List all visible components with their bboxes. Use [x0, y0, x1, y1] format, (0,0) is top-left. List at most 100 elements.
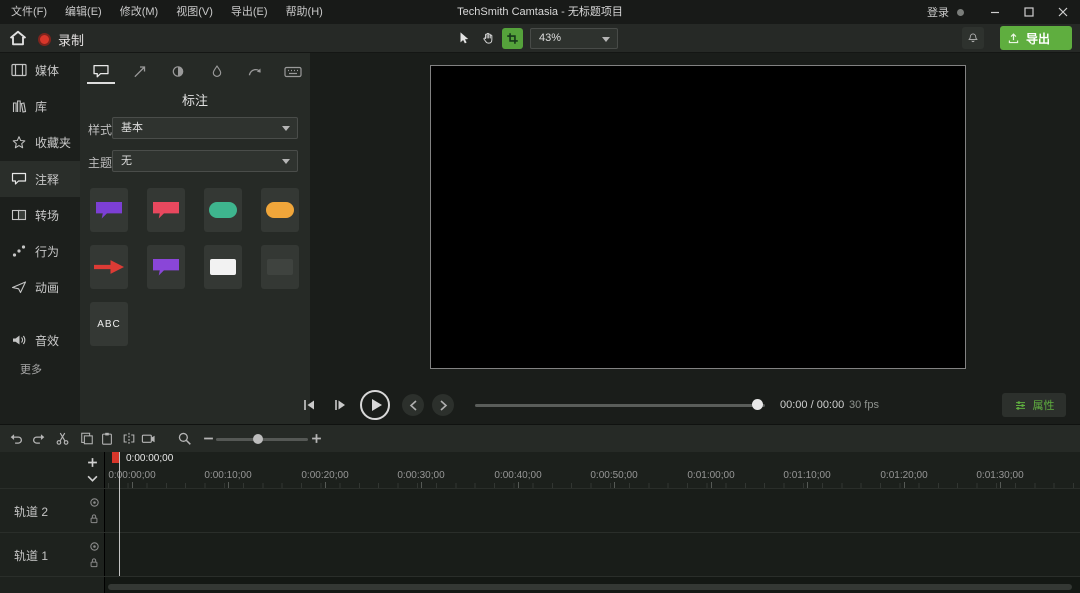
ruler-minor-ticks	[108, 483, 1076, 488]
track2-toggle-icon[interactable]	[87, 495, 101, 509]
cursor-tool-button[interactable]	[456, 30, 472, 46]
red-bubble-shape	[153, 201, 179, 219]
sidebar-item-annotations[interactable]: 注释	[0, 161, 80, 197]
callout-thumb-white-rect[interactable]	[204, 245, 242, 289]
ruler-label: 0:01:30;00	[976, 470, 1024, 481]
ruler-label: 0:00:40;00	[494, 470, 542, 481]
callout-thumb-outline[interactable]	[261, 245, 299, 289]
theme-dropdown[interactable]: 无	[112, 150, 298, 172]
ruler-tick	[711, 482, 712, 488]
preview-stage[interactable]	[430, 65, 966, 369]
timeline-zoom-knob[interactable]	[253, 434, 263, 444]
ruler-label: 0:01:20;00	[880, 470, 928, 481]
track1-toggle-icon[interactable]	[87, 539, 101, 553]
jump-to-start-button[interactable]	[300, 396, 318, 414]
behaviors-icon	[12, 245, 26, 257]
record-icon	[38, 32, 51, 46]
step-forward-button[interactable]	[432, 394, 454, 416]
tab-callouts[interactable]	[89, 60, 113, 82]
track-label[interactable]: 轨道 1	[14, 547, 48, 564]
paste-button[interactable]	[98, 430, 115, 447]
minimize-button[interactable]	[978, 0, 1012, 24]
sidebar-item-audio-effects[interactable]: 音效	[0, 322, 80, 358]
crop-tool-button[interactable]	[502, 28, 523, 49]
home-button[interactable]	[8, 28, 28, 48]
menu-edit[interactable]: 编辑(E)	[56, 0, 111, 24]
tab-blur[interactable]	[205, 60, 229, 82]
next-frame-button[interactable]	[331, 396, 349, 414]
timeline-zoom-search-icon[interactable]	[176, 430, 193, 447]
menu-view[interactable]: 视图(V)	[167, 0, 222, 24]
tab-arrows[interactable]	[128, 60, 152, 82]
sketch-motion-icon	[248, 68, 261, 75]
tab-sketch-motion[interactable]	[243, 60, 267, 82]
copy-button[interactable]	[78, 430, 95, 447]
cut-button[interactable]	[54, 430, 71, 447]
step-back-button[interactable]	[402, 394, 424, 416]
track2-lock-icon[interactable]	[87, 511, 101, 525]
sidebar-item-label: 媒体	[35, 63, 60, 78]
callout-thumb-text[interactable]: ABC	[90, 302, 128, 346]
ruler-label: 0:01:10;00	[783, 470, 831, 481]
sidebar-item-library[interactable]: 库	[0, 88, 80, 124]
notifications-button[interactable]	[962, 27, 984, 49]
zoom-in-button[interactable]	[308, 430, 325, 447]
tab-keystroke[interactable]	[281, 60, 305, 82]
play-button[interactable]	[360, 390, 390, 420]
sidebar-item-transitions[interactable]: 转场	[0, 197, 80, 233]
undo-button[interactable]	[8, 430, 25, 447]
callout-icon	[11, 172, 27, 185]
scrubber-knob[interactable]	[752, 399, 763, 410]
sidebar-item-animations[interactable]: 动画	[0, 269, 80, 305]
screenshot-button[interactable]	[140, 430, 157, 447]
abc-label: ABC	[97, 318, 121, 330]
maximize-button[interactable]	[1012, 0, 1046, 24]
callout-thumb-green-cloud[interactable]	[204, 188, 242, 232]
account-status-icon[interactable]	[957, 8, 964, 16]
purple-shape	[153, 258, 179, 276]
style-dropdown-value: 基本	[121, 122, 143, 134]
playhead-line[interactable]	[119, 452, 120, 576]
playback-time: 00:00 / 00:00	[780, 399, 845, 411]
track-label[interactable]: 轨道 2	[14, 503, 48, 520]
pan-tool-button[interactable]	[480, 30, 496, 46]
sidebar-item-label: 行为	[35, 244, 60, 259]
menu-modify[interactable]: 修改(M)	[111, 0, 168, 24]
record-button[interactable]: 录制	[38, 26, 84, 52]
playhead-handle[interactable]	[112, 452, 119, 463]
callout-thumb-purple-bubble[interactable]	[90, 188, 128, 232]
signin-link[interactable]: 登录	[921, 4, 955, 20]
ruler-tick	[1000, 482, 1001, 488]
sidebar-item-behaviors[interactable]: 行为	[0, 233, 80, 269]
timeline-horizontal-scrollbar[interactable]	[108, 584, 1072, 590]
split-button[interactable]	[120, 430, 137, 447]
export-button[interactable]: 导出	[1000, 26, 1072, 50]
style-dropdown[interactable]: 基本	[112, 117, 298, 139]
menu-help[interactable]: 帮助(H)	[277, 0, 332, 24]
canvas-zoom-select[interactable]: 43%	[530, 28, 618, 49]
sidebar-item-media[interactable]: 媒体	[0, 52, 80, 88]
zoom-out-button[interactable]	[200, 430, 217, 447]
add-track-button[interactable]	[84, 455, 100, 469]
bell-icon	[968, 33, 978, 43]
properties-button[interactable]: 属性	[1002, 393, 1066, 417]
ruler-label: 0:00:20;00	[301, 470, 349, 481]
menu-export[interactable]: 导出(E)	[222, 0, 277, 24]
collapse-tracks-button[interactable]	[84, 471, 100, 485]
callout-thumb-purple-shape[interactable]	[147, 245, 185, 289]
menu-file[interactable]: 文件(F)	[2, 0, 56, 24]
arrow-icon	[134, 65, 146, 77]
close-button[interactable]	[1046, 0, 1080, 24]
tab-shapes[interactable]	[166, 60, 190, 82]
callout-thumb-red-bubble[interactable]	[147, 188, 185, 232]
preview-scrubber[interactable]	[475, 404, 765, 407]
redo-button[interactable]	[30, 430, 47, 447]
theme-dropdown-value: 无	[121, 155, 132, 167]
sidebar-item-favorites[interactable]: 收藏夹	[0, 124, 80, 160]
export-label: 导出	[1026, 31, 1051, 46]
track1-lock-icon[interactable]	[87, 555, 101, 569]
ruler-tick	[421, 482, 422, 488]
callout-thumb-yellow-cloud[interactable]	[261, 188, 299, 232]
callout-thumb-red-burst[interactable]	[90, 245, 128, 289]
sidebar-item-more[interactable]: 更多	[0, 357, 80, 381]
